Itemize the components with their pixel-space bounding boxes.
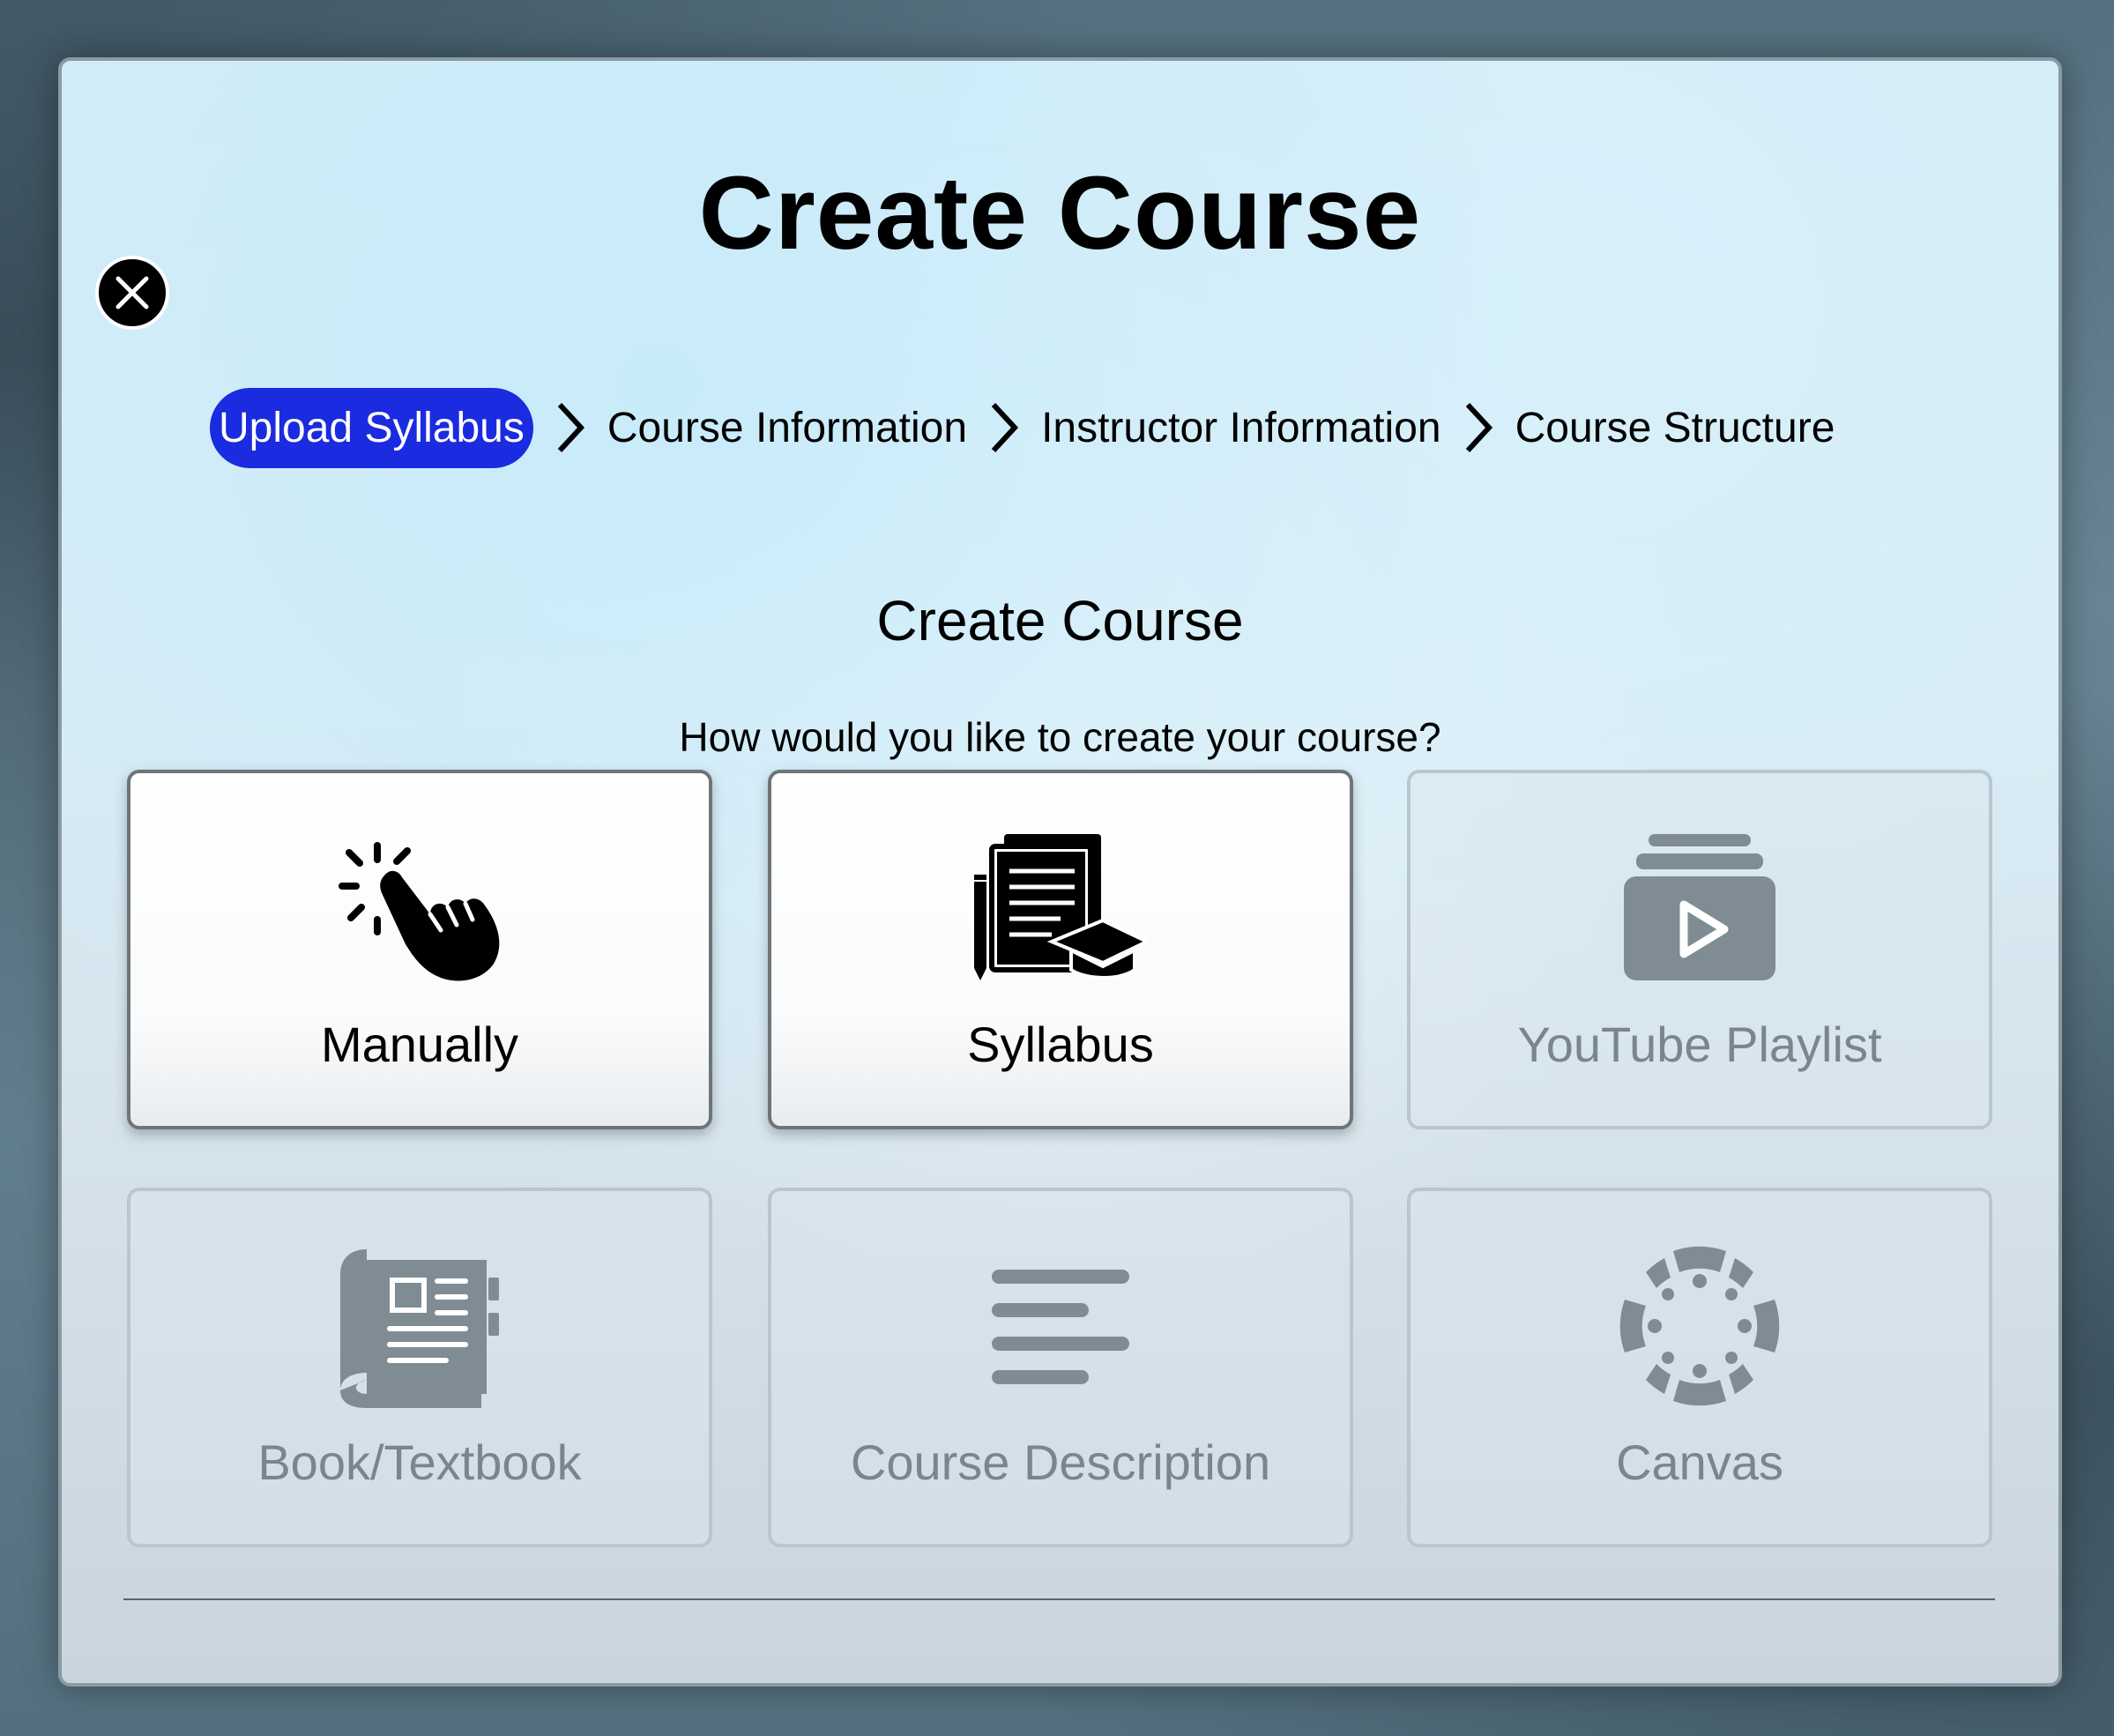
section-title: Create Course [876,589,1244,652]
close-icon [115,276,149,309]
step-course-information[interactable]: Course Information [607,404,967,452]
text-lines-icon [992,1270,1129,1384]
footer-divider [123,1598,1995,1600]
option-book-textbook[interactable]: Book/Textbook [127,1188,712,1547]
option-label: Syllabus [967,1017,1154,1072]
modal-title: Create Course [698,155,1422,272]
option-label: Canvas [1616,1434,1783,1490]
hand-click-icon [339,842,500,981]
chevron-right-icon [978,397,1031,458]
option-label: Course Description [850,1434,1271,1490]
creation-method-prompt: How would you like to create your course… [679,714,1441,760]
step-upload-syllabus[interactable]: Upload Syllabus [210,387,533,468]
youtube-playlist-icon [1624,834,1775,980]
option-label: Book/Textbook [257,1434,582,1490]
option-syllabus[interactable]: Syllabus [768,770,1353,1129]
step-course-structure[interactable]: Course Structure [1515,404,1835,452]
syllabus-icon [974,834,1149,980]
canvas-icon [1619,1246,1780,1406]
create-course-modal: Create Course Upload Syllabus Course Inf… [58,57,2062,1687]
option-course-description[interactable]: Course Description [768,1188,1353,1547]
chevron-right-icon [1452,397,1505,458]
step-instructor-information[interactable]: Instructor Information [1041,404,1441,452]
progress-stepper: Upload Syllabus Course Information Instr… [210,385,1835,470]
option-label: YouTube Playlist [1517,1017,1882,1072]
option-canvas[interactable]: Canvas [1407,1188,1992,1547]
chevron-right-icon [544,397,597,458]
book-icon [340,1249,499,1408]
close-button[interactable] [95,256,169,330]
option-label: Manually [320,1017,519,1072]
option-youtube-playlist[interactable]: YouTube Playlist [1407,770,1992,1129]
option-manually[interactable]: Manually [127,770,712,1129]
